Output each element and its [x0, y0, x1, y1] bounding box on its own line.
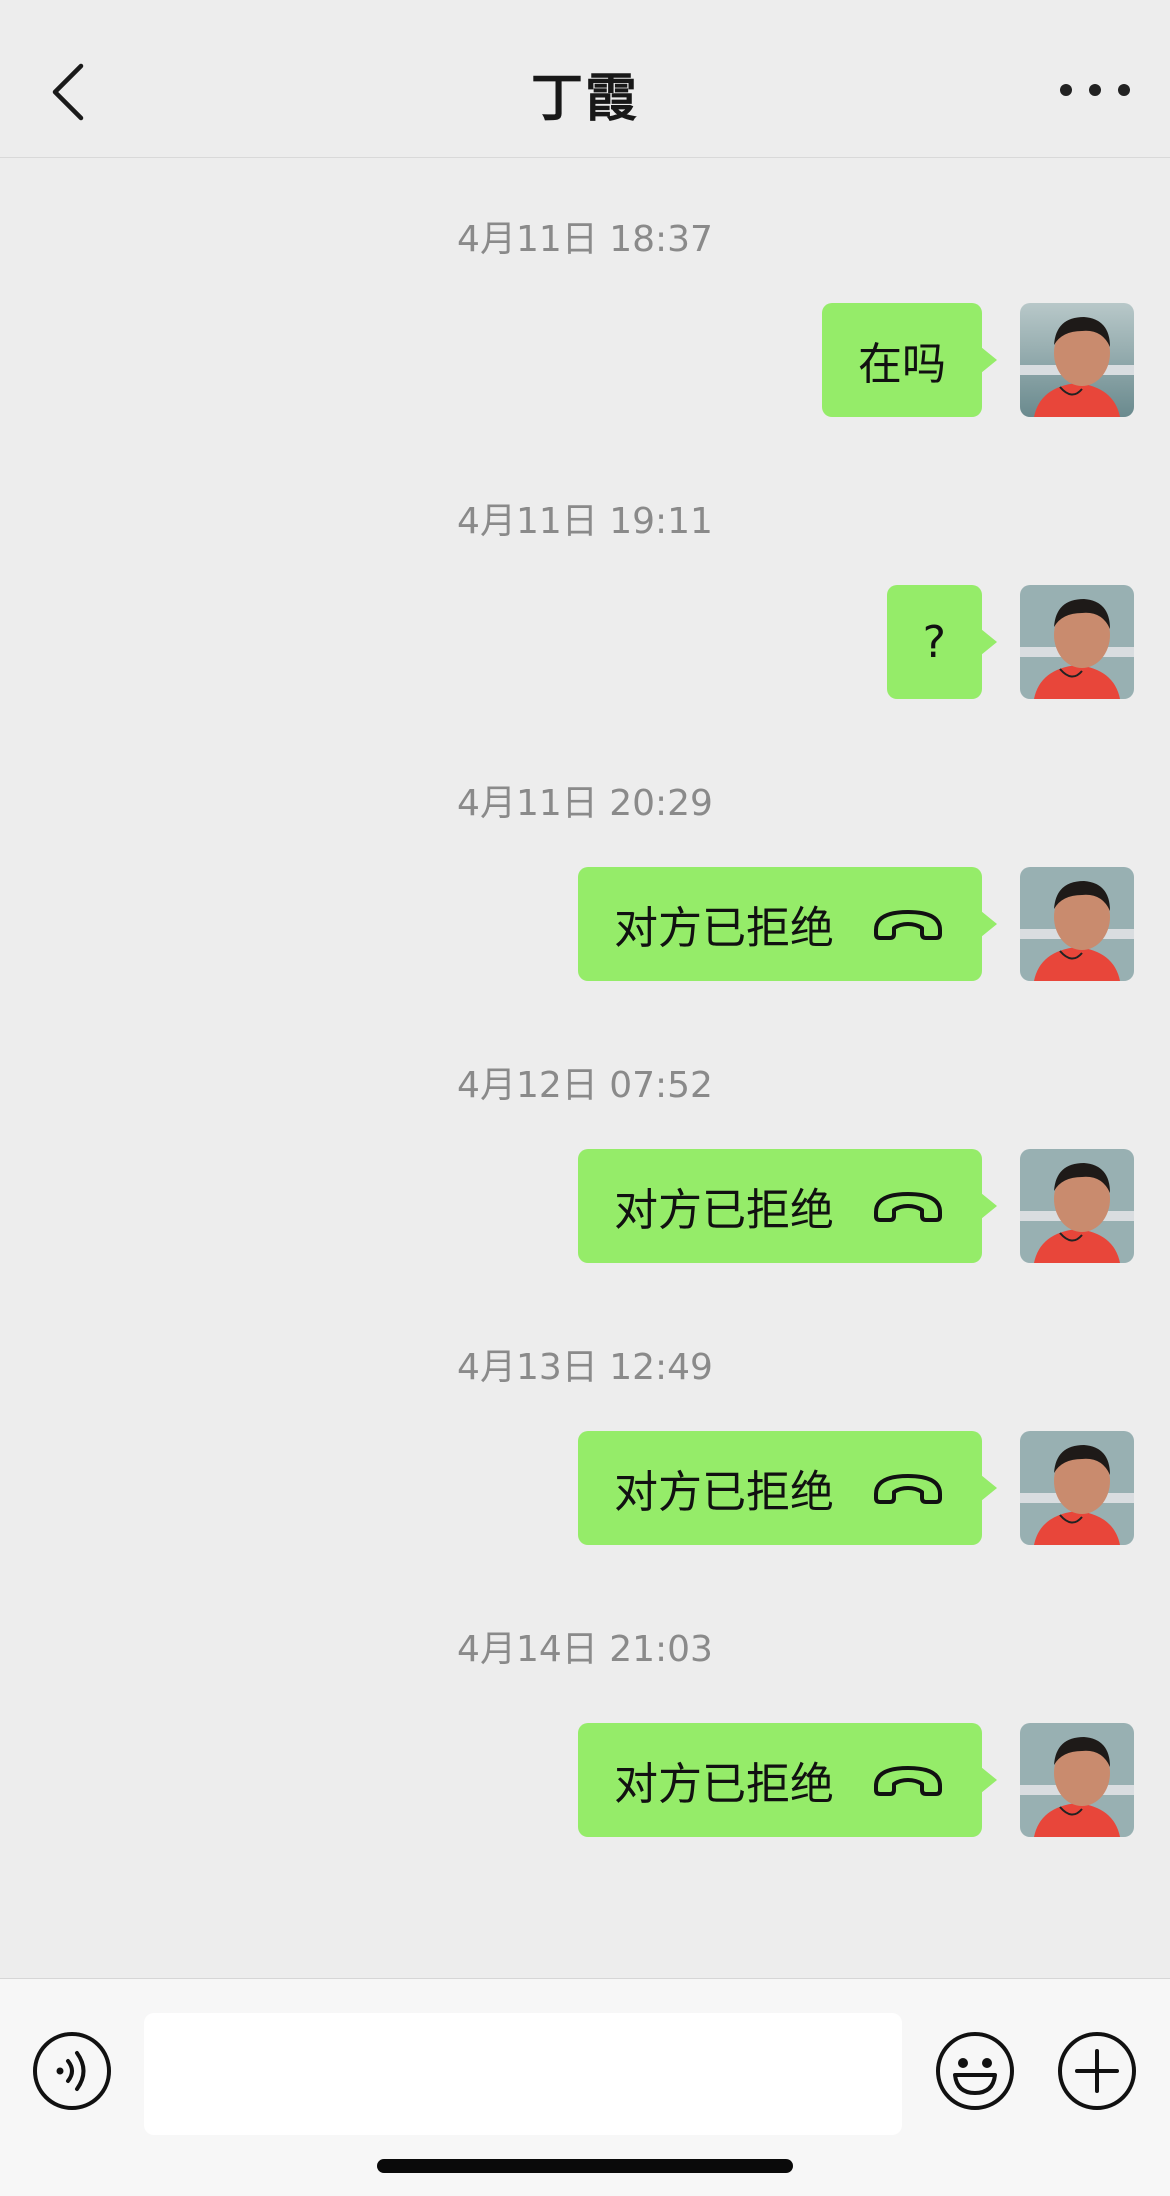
voice-icon [33, 2032, 111, 2110]
more-dots-icon [1060, 84, 1072, 96]
more-dots-icon [1089, 84, 1101, 96]
message-row: 在吗 [822, 302, 1134, 418]
message-list[interactable]: 4月11日 18:37 在吗 4月11日 19:11 ? 4月11日 20:29… [0, 158, 1170, 1978]
message-row: 对方已拒绝 [578, 1148, 1134, 1264]
phone-hangup-icon [874, 1192, 942, 1222]
plus-icon [1058, 2032, 1136, 2110]
message-row: 对方已拒绝 [578, 866, 1134, 982]
message-text: 在吗 [858, 339, 946, 390]
voice-button[interactable] [32, 2031, 112, 2111]
message-text: ? [922, 616, 946, 668]
call-bubble[interactable]: 对方已拒绝 [578, 1431, 997, 1545]
timestamp: 4月14日 21:03 [457, 1629, 713, 1670]
timestamp: 4月11日 18:37 [457, 219, 713, 260]
emoji-button[interactable] [935, 2031, 1015, 2111]
more-dots-icon [1118, 84, 1130, 96]
home-indicator [377, 2159, 793, 2173]
message-row: 对方已拒绝 [578, 1722, 1134, 1838]
call-bubble[interactable]: 对方已拒绝 [578, 867, 997, 981]
avatar[interactable] [1020, 303, 1134, 417]
text-bubble[interactable]: 在吗 [822, 303, 997, 417]
timestamp: 4月12日 07:52 [457, 1065, 713, 1106]
avatar[interactable] [1020, 1723, 1134, 1837]
message-row: ? [886, 584, 1134, 700]
emoji-icon [936, 2032, 1014, 2110]
avatar[interactable] [1020, 1431, 1134, 1545]
message-text: 对方已拒绝 [614, 1185, 834, 1236]
plus-button[interactable] [1057, 2031, 1137, 2111]
timestamp: 4月11日 19:11 [457, 501, 713, 542]
input-bar [0, 1978, 1170, 2196]
timestamp: 4月11日 20:29 [457, 783, 713, 824]
phone-hangup-icon [874, 1766, 942, 1796]
call-bubble[interactable]: 对方已拒绝 [578, 1723, 997, 1837]
timestamp: 4月13日 12:49 [457, 1347, 713, 1388]
message-text: 对方已拒绝 [614, 1759, 834, 1810]
avatar[interactable] [1020, 867, 1134, 981]
message-input[interactable] [144, 2013, 902, 2135]
text-bubble[interactable]: ? [886, 585, 998, 699]
avatar[interactable] [1020, 585, 1134, 699]
phone-hangup-icon [874, 1474, 942, 1504]
phone-hangup-icon [874, 910, 942, 940]
message-row: 对方已拒绝 [578, 1430, 1134, 1546]
message-text: 对方已拒绝 [614, 1467, 834, 1518]
nav-bar: 丁霞 [0, 0, 1170, 158]
avatar[interactable] [1020, 1149, 1134, 1263]
page-title: 丁霞 [530, 69, 639, 129]
call-bubble[interactable]: 对方已拒绝 [578, 1149, 997, 1263]
message-text: 对方已拒绝 [614, 903, 834, 954]
more-button[interactable] [1060, 68, 1130, 112]
